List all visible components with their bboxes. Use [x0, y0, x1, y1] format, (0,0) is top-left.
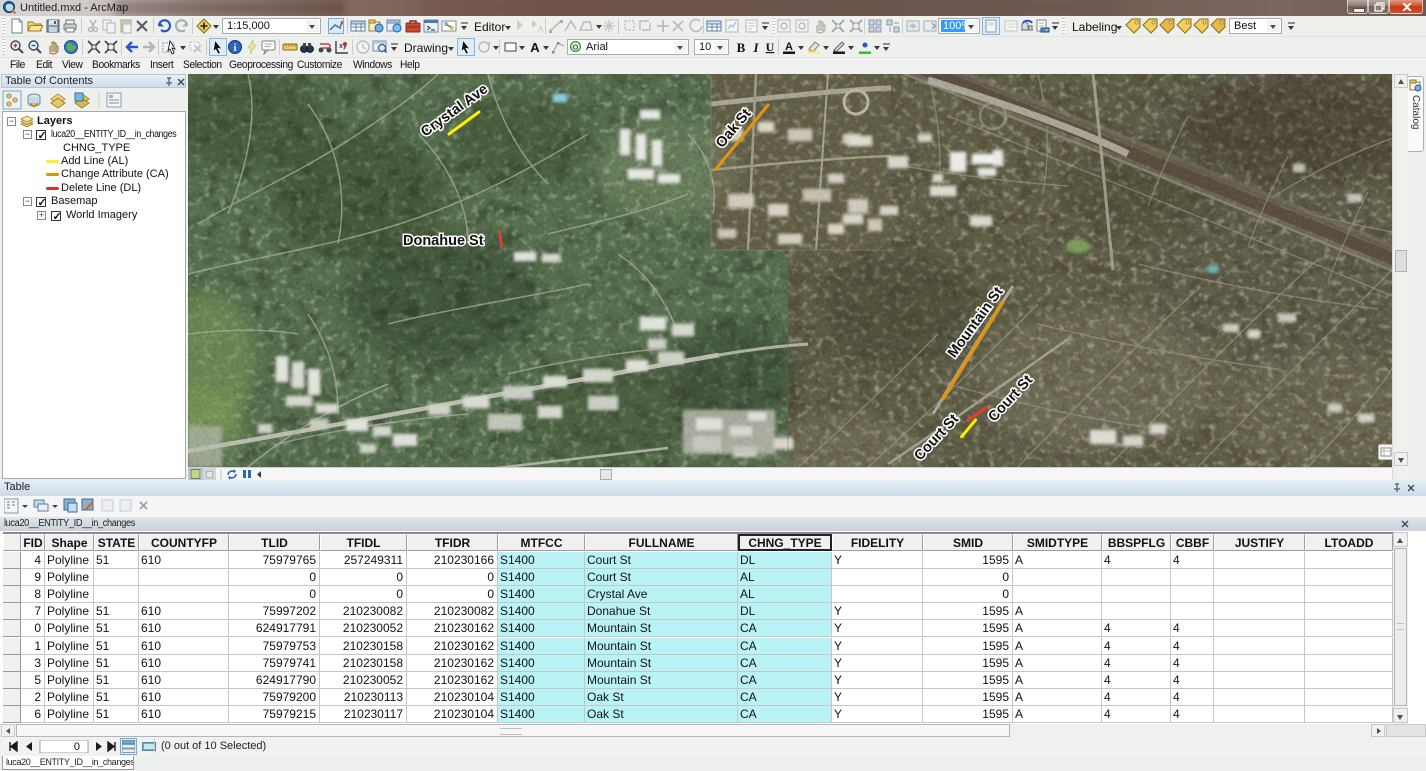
svg-text:I: I — [752, 40, 759, 55]
svg-text:U: U — [766, 40, 775, 54]
svg-text:0: 0 — [74, 741, 80, 753]
svg-text:B: B — [737, 40, 746, 55]
svg-text:O: O — [573, 42, 579, 51]
svg-text:A: A — [530, 40, 540, 55]
svg-text:Donahue St: Donahue St — [403, 233, 484, 249]
svg-text:A: A — [785, 41, 793, 53]
svg-text:i: i — [234, 43, 237, 54]
svg-text:A: A — [538, 25, 544, 34]
